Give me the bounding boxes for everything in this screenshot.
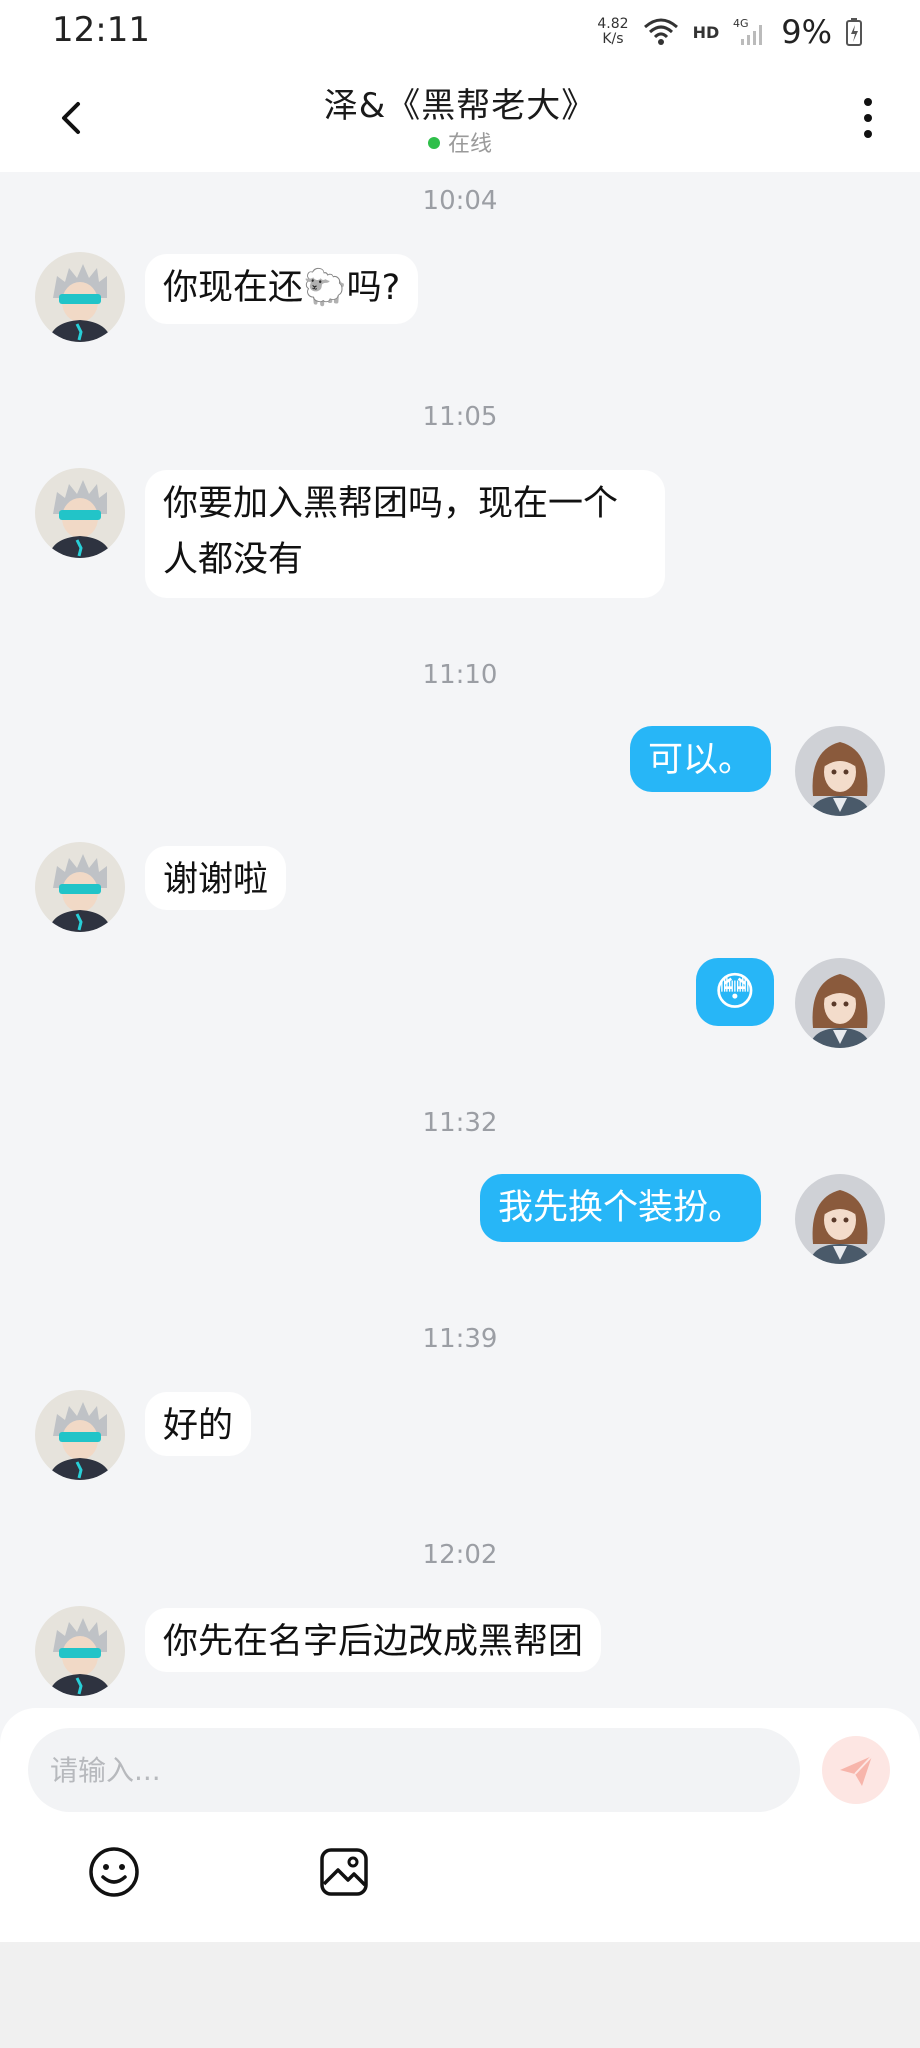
message-outgoing-emoji[interactable]: 😳 <box>696 958 774 1026</box>
online-dot-icon <box>427 137 440 149</box>
send-button[interactable] <box>822 1736 890 1804</box>
hd-label: HD <box>692 22 720 42</box>
speed-unit: K/s <box>602 31 624 47</box>
chat-title: 泽&《黑帮老大》 <box>323 86 597 126</box>
send-icon <box>840 1755 873 1786</box>
avatar-contact[interactable] <box>35 842 125 932</box>
message-incoming[interactable]: 好的 <box>145 1392 252 1456</box>
avatar-contact[interactable] <box>35 252 125 342</box>
signal-icon: 4G <box>733 17 763 45</box>
message-outgoing[interactable]: 可以。 <box>630 726 772 792</box>
avatar-contact[interactable] <box>35 468 125 558</box>
avatar-me[interactable] <box>795 1174 885 1264</box>
svg-text:4G: 4G <box>733 17 749 30</box>
image-icon[interactable] <box>316 1844 372 1900</box>
chat-header: 泽&《黑帮老大》 在线 <box>0 64 920 172</box>
network-speed: 4.82 K/s <box>597 17 628 47</box>
timestamp: 10:04 <box>422 186 498 216</box>
message-line: 人都没有 <box>163 540 304 580</box>
status-bar: 12:11 4.82 K/s HD 4G 9% <box>0 0 920 64</box>
battery-icon <box>846 18 862 46</box>
timestamp: 11:05 <box>422 402 498 432</box>
online-label: 在线 <box>447 132 492 157</box>
avatar-contact[interactable] <box>35 1606 125 1696</box>
message-incoming[interactable]: 你先在名字后边改成黑帮团 <box>145 1608 602 1672</box>
battery-percent: 9% <box>781 13 832 51</box>
status-icons: 4.82 K/s HD 4G 9% <box>597 10 862 54</box>
chat-messages[interactable]: 10:04 你现在还🐑吗? 11:05 你要加入黑帮团吗，现在一个 人都没有 1… <box>0 172 920 1708</box>
bottom-panel <box>0 1942 920 2048</box>
avatar-me[interactable] <box>795 726 885 816</box>
avatar-me[interactable] <box>795 958 885 1048</box>
timestamp: 11:10 <box>422 660 498 690</box>
avatar-contact[interactable] <box>35 1390 125 1480</box>
online-status: 在线 <box>0 126 920 158</box>
wifi-icon <box>643 18 678 45</box>
message-incoming[interactable]: 你现在还🐑吗? <box>145 254 419 324</box>
message-incoming[interactable]: 你要加入黑帮团吗，现在一个 人都没有 <box>145 470 665 598</box>
message-outgoing[interactable]: 我先换个装扮。 <box>480 1174 762 1242</box>
emoji-icon[interactable] <box>86 1844 142 1900</box>
speed-value: 4.82 <box>597 16 629 32</box>
message-incoming[interactable]: 谢谢啦 <box>145 846 287 910</box>
status-time: 12:11 <box>52 10 150 50</box>
message-composer <box>0 1708 920 1942</box>
timestamp: 11:39 <box>422 1324 498 1354</box>
timestamp: 12:02 <box>422 1540 498 1570</box>
more-vertical-icon[interactable] <box>856 94 880 142</box>
message-line: 你要加入黑帮团吗，现在一个 <box>163 484 619 524</box>
message-input[interactable] <box>28 1728 800 1812</box>
timestamp: 11:32 <box>422 1108 498 1138</box>
